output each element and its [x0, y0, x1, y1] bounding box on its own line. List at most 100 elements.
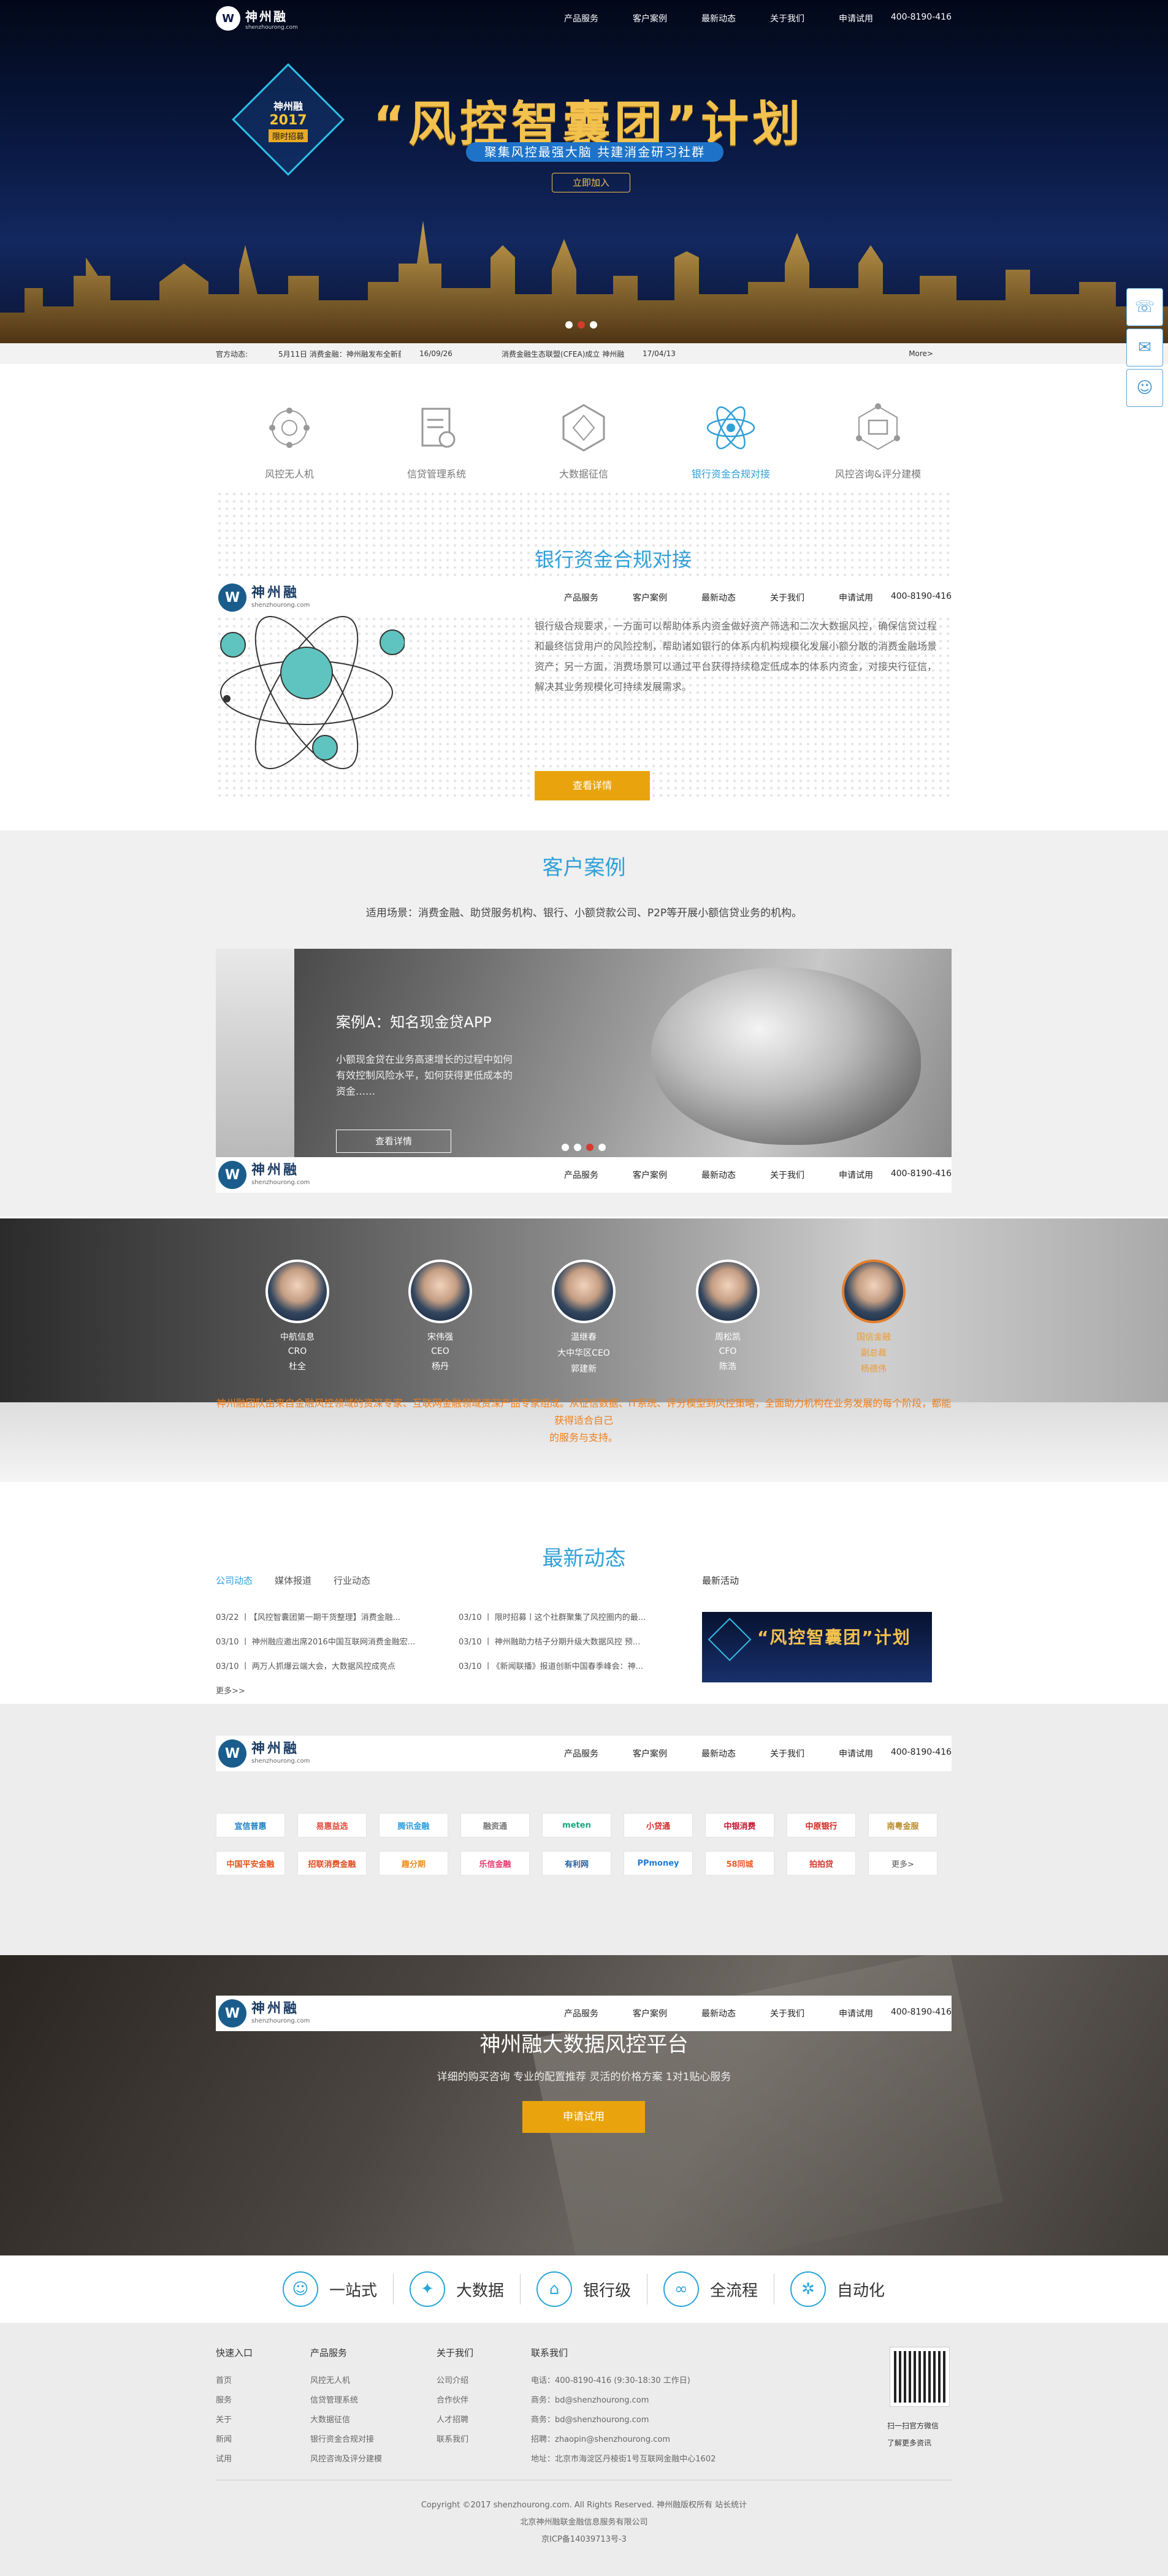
- ticker-item[interactable]: 消费金融生态联盟(CFEA)成立 神州融...: [502, 349, 624, 359]
- apply-trial-button[interactable]: 申请试用: [522, 2101, 645, 2133]
- partner-logo[interactable]: 趣分期: [379, 1851, 448, 1875]
- footer-link[interactable]: 风控咨询及评分建模: [310, 2450, 382, 2469]
- partner-logo[interactable]: 中原银行: [787, 1813, 856, 1837]
- nav-item-about[interactable]: 关于我们: [753, 591, 822, 604]
- nav-item-cases[interactable]: 客户案例: [616, 591, 684, 604]
- partner-logo[interactable]: 融资通: [460, 1813, 530, 1837]
- partner-logo[interactable]: 南粤金服: [868, 1813, 937, 1837]
- nav-item-products[interactable]: 产品服务: [547, 1747, 616, 1760]
- tab-industry-news[interactable]: 行业动态: [334, 1574, 370, 1587]
- news-item[interactable]: 03/10 丨《新闻联播》报道创新中国春季峰会：神...: [459, 1655, 646, 1679]
- partner-logo[interactable]: 中国平安金融: [216, 1851, 285, 1875]
- partner-logo[interactable]: 腾讯金融: [379, 1813, 448, 1837]
- news-item[interactable]: 03/10 丨 两万人抓爆云端大会，大数据风控成亮点: [216, 1655, 415, 1679]
- phone-icon[interactable]: ☏: [1126, 288, 1163, 326]
- nav-item-news[interactable]: 最新动态: [684, 2007, 753, 2019]
- nav-item-about[interactable]: 关于我们: [753, 1169, 822, 1181]
- partner-logo[interactable]: 宜信普惠: [216, 1813, 285, 1837]
- logo[interactable]: W 神州融 shenzhourong.com: [218, 1161, 310, 1189]
- nav-item-trial[interactable]: 申请试用: [822, 1169, 890, 1181]
- partner-logo[interactable]: meten: [542, 1813, 611, 1837]
- team-member-active[interactable]: 国信金融 副总裁 杨德伟: [837, 1260, 910, 1375]
- carousel-dot[interactable]: [598, 1144, 606, 1151]
- qq-icon[interactable]: ☺: [1126, 369, 1163, 407]
- team-member[interactable]: 温继春 大中华区CEO 郭建新: [547, 1260, 620, 1375]
- logo[interactable]: W 神州融 shenzhourong.com: [216, 6, 298, 31]
- footer-link[interactable]: 公司介绍: [437, 2371, 473, 2391]
- partner-logo[interactable]: 拍拍贷: [787, 1851, 856, 1875]
- footer-link[interactable]: 信贷管理系统: [310, 2391, 382, 2411]
- footer-link[interactable]: 合作伙伴: [437, 2391, 473, 2411]
- footer-link[interactable]: 首页: [216, 2371, 253, 2391]
- footer-link[interactable]: 风控无人机: [310, 2371, 382, 2391]
- carousel-dot[interactable]: [565, 321, 573, 329]
- partner-logo[interactable]: 小贷通: [624, 1813, 693, 1837]
- nav-item-cases[interactable]: 客户案例: [616, 1169, 684, 1181]
- footer-link[interactable]: 人才招聘: [437, 2411, 473, 2430]
- nav-item-about[interactable]: 关于我们: [753, 1747, 822, 1760]
- product-big-data[interactable]: 大数据征信: [535, 398, 633, 484]
- carousel-dot-active[interactable]: [578, 321, 585, 329]
- atom-icon: [701, 398, 760, 457]
- wechat-icon[interactable]: ✉: [1126, 329, 1163, 367]
- carousel-dot[interactable]: [574, 1144, 581, 1151]
- nav-item-products[interactable]: 产品服务: [547, 12, 616, 25]
- ticker-more-link[interactable]: More>: [909, 349, 933, 358]
- footer-link[interactable]: 银行资金合规对接: [310, 2430, 382, 2450]
- product-drone[interactable]: 风控无人机: [240, 398, 338, 484]
- logo[interactable]: W 神州融 shenzhourong.com: [218, 1999, 310, 2027]
- nav-item-products[interactable]: 产品服务: [547, 1169, 616, 1181]
- detail-button[interactable]: 查看详情: [535, 771, 650, 800]
- case-detail-button[interactable]: 查看详情: [336, 1130, 451, 1153]
- carousel-dot[interactable]: [590, 321, 597, 329]
- nav-item-products[interactable]: 产品服务: [547, 2007, 616, 2019]
- news-more-link[interactable]: 更多>>: [216, 1679, 415, 1704]
- nav-item-cases[interactable]: 客户案例: [616, 12, 684, 25]
- join-button[interactable]: 立即加入: [552, 173, 630, 192]
- product-bank-funds[interactable]: 银行资金合规对接: [682, 398, 780, 484]
- carousel-dot[interactable]: [562, 1144, 569, 1151]
- footer-link[interactable]: 大数据征信: [310, 2411, 382, 2430]
- footer-link[interactable]: 关于: [216, 2411, 253, 2430]
- nav-item-news[interactable]: 最新动态: [684, 1747, 753, 1760]
- nav-item-trial[interactable]: 申请试用: [822, 1747, 890, 1760]
- nav-item-cases[interactable]: 客户案例: [616, 1747, 684, 1760]
- news-item[interactable]: 03/10 丨 限时招募丨这个社群聚集了风控圈内的最...: [459, 1606, 646, 1630]
- product-credit-system[interactable]: 信贷管理系统: [387, 398, 486, 484]
- partner-logo[interactable]: 中银消费: [705, 1813, 774, 1837]
- carousel-dot-active[interactable]: [586, 1144, 594, 1151]
- news-item[interactable]: 03/22 丨【风控智囊团第一期干货整理】消费金融...: [216, 1606, 415, 1630]
- footer-link[interactable]: 服务: [216, 2391, 253, 2411]
- ticker-item[interactable]: 5月11日 消费金融：神州融发布全新获客产品：与...: [278, 349, 401, 359]
- tab-media-reports[interactable]: 媒体报道: [275, 1574, 311, 1587]
- partner-logo[interactable]: 招联消费金融: [297, 1851, 367, 1875]
- partner-logo[interactable]: 有利网: [542, 1851, 611, 1875]
- nav-item-trial[interactable]: 申请试用: [822, 2007, 890, 2019]
- nav-item-about[interactable]: 关于我们: [753, 12, 822, 25]
- footer-link[interactable]: 联系我们: [437, 2430, 473, 2450]
- team-member[interactable]: 周松凯 CFO 陈浩: [691, 1260, 765, 1372]
- nav-item-trial[interactable]: 申请试用: [822, 12, 890, 25]
- footer-link[interactable]: 试用: [216, 2450, 253, 2469]
- product-risk-consult[interactable]: 风控咨询&评分建模: [829, 398, 927, 484]
- team-member[interactable]: 中航信息 CRO 杜全: [261, 1260, 334, 1372]
- partner-logo[interactable]: 58同城: [705, 1851, 774, 1875]
- nav-item-news[interactable]: 最新动态: [684, 591, 753, 604]
- team-member[interactable]: 宋伟强 CEO 杨丹: [403, 1260, 477, 1372]
- partner-logo[interactable]: 乐信金融: [460, 1851, 530, 1875]
- news-item[interactable]: 03/10 丨 神州融应邀出席2016中国互联网消费金融宏...: [216, 1630, 415, 1655]
- nav-item-products[interactable]: 产品服务: [547, 591, 616, 604]
- partner-logo[interactable]: 易惠益选: [297, 1813, 367, 1837]
- logo[interactable]: W 神州融 shenzhourong.com: [218, 1739, 310, 1768]
- nav-item-trial[interactable]: 申请试用: [822, 591, 890, 604]
- tab-company-news[interactable]: 公司动态: [216, 1574, 253, 1587]
- partner-logo[interactable]: PPmoney: [624, 1851, 693, 1875]
- event-banner-image[interactable]: “风控智囊团”计划: [702, 1612, 932, 1682]
- nav-item-cases[interactable]: 客户案例: [616, 2007, 684, 2019]
- partners-more-link[interactable]: 更多>: [868, 1851, 937, 1875]
- news-item[interactable]: 03/10 丨 神州融助力桔子分期升级大数据风控 预...: [459, 1630, 646, 1655]
- footer-link[interactable]: 新闻: [216, 2430, 253, 2450]
- nav-item-about[interactable]: 关于我们: [753, 2007, 822, 2019]
- nav-item-news[interactable]: 最新动态: [684, 1169, 753, 1181]
- nav-item-news[interactable]: 最新动态: [684, 12, 753, 25]
